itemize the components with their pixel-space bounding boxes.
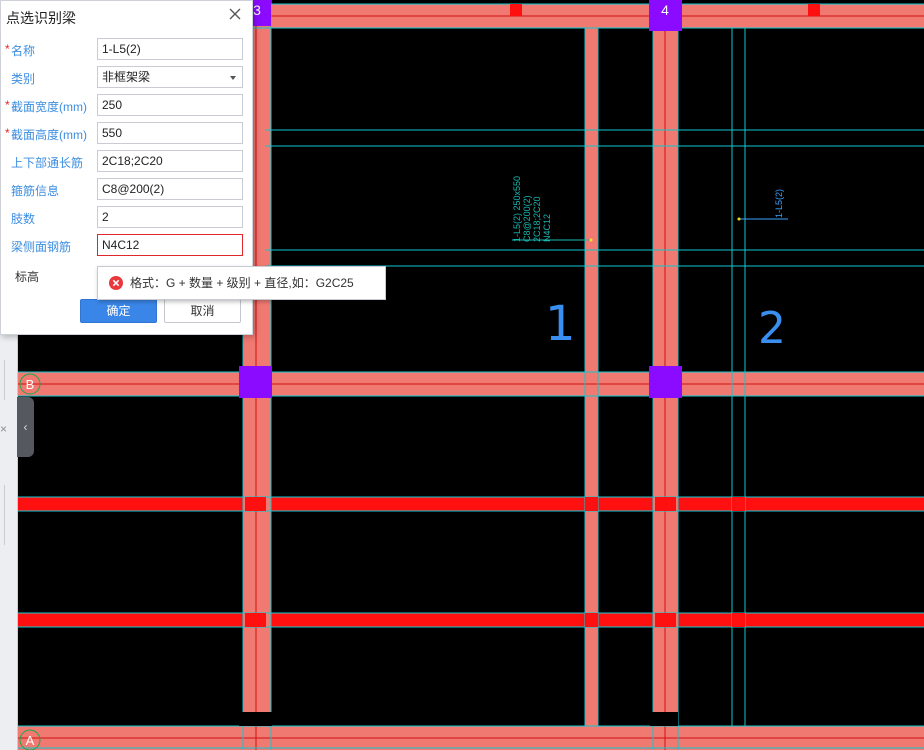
label-elevation: 标高 (15, 270, 40, 284)
axis-label-a: A (26, 733, 35, 748)
beam-red-horizontal-2[interactable] (18, 613, 924, 627)
axis-label-3: 3 (253, 2, 261, 18)
beam-intersection (655, 613, 676, 627)
label-stirrup: 箍筋信息 (11, 184, 60, 198)
beam-intersection (245, 613, 266, 627)
close-icon[interactable] (227, 6, 243, 22)
beam-support-marker (510, 4, 522, 16)
beam-intersection (732, 613, 745, 627)
label-section-width: * 截面宽度(mm) (5, 98, 87, 114)
category-select[interactable]: 非框架梁 (97, 66, 243, 88)
label-category: 类别 (11, 72, 36, 86)
tag-point (737, 217, 741, 221)
continuous-rebar-input[interactable] (97, 150, 243, 172)
beam-intersection (585, 613, 598, 627)
column-base (239, 712, 272, 726)
name-input[interactable] (97, 38, 243, 60)
beam-intersection (245, 497, 266, 511)
grid-gap (733, 131, 744, 145)
annotation-point (589, 238, 593, 242)
label-side-rebar: 梁侧面钢筋 (11, 240, 72, 254)
beam-red-horizontal-1[interactable] (18, 497, 924, 511)
strip-marker (4, 485, 13, 545)
legs-input[interactable] (97, 206, 243, 228)
annotation-line-1: 1-L5(2) 250x550 (512, 176, 522, 242)
ok-button[interactable]: 确定 (80, 299, 157, 323)
annotation-line-2: C8@200(2) (522, 195, 532, 242)
beam-tag-right-text: 1-L5(2) (774, 189, 784, 218)
annotation-line-4: N4C12 (542, 214, 552, 242)
label-name: * 名称 (5, 42, 36, 58)
collapse-panel-tab[interactable]: ‹ (17, 397, 34, 457)
handwritten-2: 2 (758, 303, 786, 354)
chevron-down-icon (230, 76, 236, 80)
side-rebar-input[interactable] (97, 234, 243, 256)
beam-intersection (585, 497, 598, 511)
axis-label-b: B (26, 377, 35, 392)
left-panel-strip (0, 335, 18, 750)
label-section-height: * 截面高度(mm) (5, 126, 87, 142)
strip-marker (4, 360, 13, 400)
validation-tooltip: 格式：G + 数量 + 级别 + 直径,如：G2C25 (97, 266, 386, 300)
beam-support-marker (808, 4, 820, 16)
label-continuous-rebar: 上下部通长筋 (11, 156, 84, 170)
grid-gap (733, 251, 744, 265)
section-width-input[interactable] (97, 94, 243, 116)
tooltip-text: 格式：G + 数量 + 级别 + 直径,如：G2C25 (130, 276, 354, 290)
column-b4[interactable] (649, 366, 682, 398)
axis-label-4: 4 (661, 2, 669, 18)
label-legs: 肢数 (11, 212, 36, 226)
section-height-input[interactable] (97, 122, 243, 144)
left-close-glyph[interactable]: × (0, 422, 7, 436)
beam-intersection (655, 497, 676, 511)
annotation-line-3: 2C18;2C20 (532, 196, 542, 242)
column-b3[interactable] (239, 366, 272, 398)
stirrup-input[interactable] (97, 178, 243, 200)
dialog-title: 点选识别梁 (6, 10, 76, 26)
handwritten-1: 1 (545, 296, 576, 352)
beam-intersection (732, 497, 745, 511)
error-icon (109, 276, 123, 290)
beam-tag-right: 1-L5(2) (774, 189, 784, 218)
cancel-button[interactable]: 取消 (164, 299, 241, 323)
category-select-value: 非框架梁 (102, 70, 151, 84)
column-base (650, 712, 678, 726)
